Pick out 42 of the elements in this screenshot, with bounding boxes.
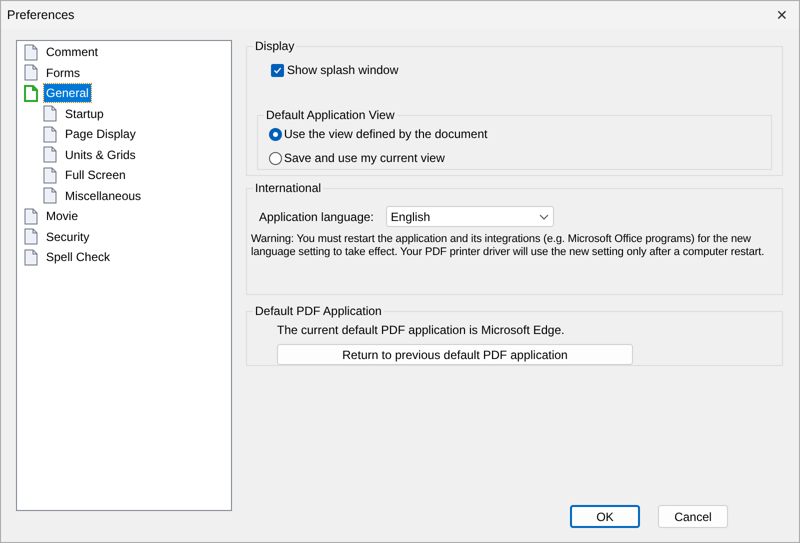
return-button[interactable]: Return to previous default PDF application — [277, 344, 633, 365]
tree-item[interactable]: Security — [44, 228, 92, 246]
tree-item[interactable]: Page Display — [63, 125, 138, 144]
radio-label: Use the view defined by the document — [284, 126, 488, 143]
language-dropdown[interactable]: English — [386, 206, 554, 227]
page-icon — [43, 187, 57, 204]
page-icon — [43, 166, 57, 184]
chevron-icon — [538, 214, 549, 220]
window-title: Preferences — [7, 6, 74, 24]
page-icon — [24, 248, 38, 266]
message-text: The current default PDF application is Microsoft Edge. — [277, 322, 566, 339]
page-icon — [24, 208, 38, 225]
page-icon — [43, 126, 57, 143]
tree-item[interactable]: Forms — [44, 64, 82, 82]
page-icon — [24, 84, 38, 102]
tree-item[interactable]: Spell Check — [44, 248, 112, 266]
close-button[interactable]: ✕ — [765, 1, 799, 29]
tree-item[interactable]: Movie — [44, 207, 80, 226]
checkbox[interactable] — [271, 64, 284, 76]
page-icon — [24, 228, 38, 246]
tree-item[interactable]: Startup — [63, 104, 106, 123]
checkbox-label: Show splash window — [287, 62, 398, 79]
tree-item[interactable]: Full Screen — [63, 166, 128, 184]
page-icon — [24, 64, 38, 82]
group-title: Default PDF Application — [253, 303, 384, 319]
page-icon — [43, 146, 57, 164]
field-label: Application language: — [259, 208, 374, 226]
tree-item[interactable]: Comment — [44, 43, 100, 62]
tree-item[interactable]: Miscellaneous — [63, 186, 144, 205]
tree-item[interactable]: General — [44, 84, 91, 102]
radio-label: Save and use my current view — [284, 150, 445, 167]
warning-text: Warning: You must restart the application and its integrations (e.g. Microsoft Office programs) for the new language setting to take effect. Your PDF printer driver will use the new setting only after a computer restart. — [251, 233, 766, 259]
dialog-button[interactable]: OK — [570, 505, 640, 528]
group-title: Display — [253, 38, 296, 54]
page-icon — [24, 44, 38, 61]
tree-item[interactable]: Units & Grids — [63, 146, 138, 164]
group-title: Default Application View — [264, 107, 397, 123]
checkmark-icon — [273, 66, 282, 74]
radio-button[interactable] — [269, 128, 282, 140]
dialog-button[interactable]: Cancel — [658, 505, 728, 528]
page-icon — [43, 105, 57, 122]
radio-button[interactable] — [269, 152, 282, 164]
